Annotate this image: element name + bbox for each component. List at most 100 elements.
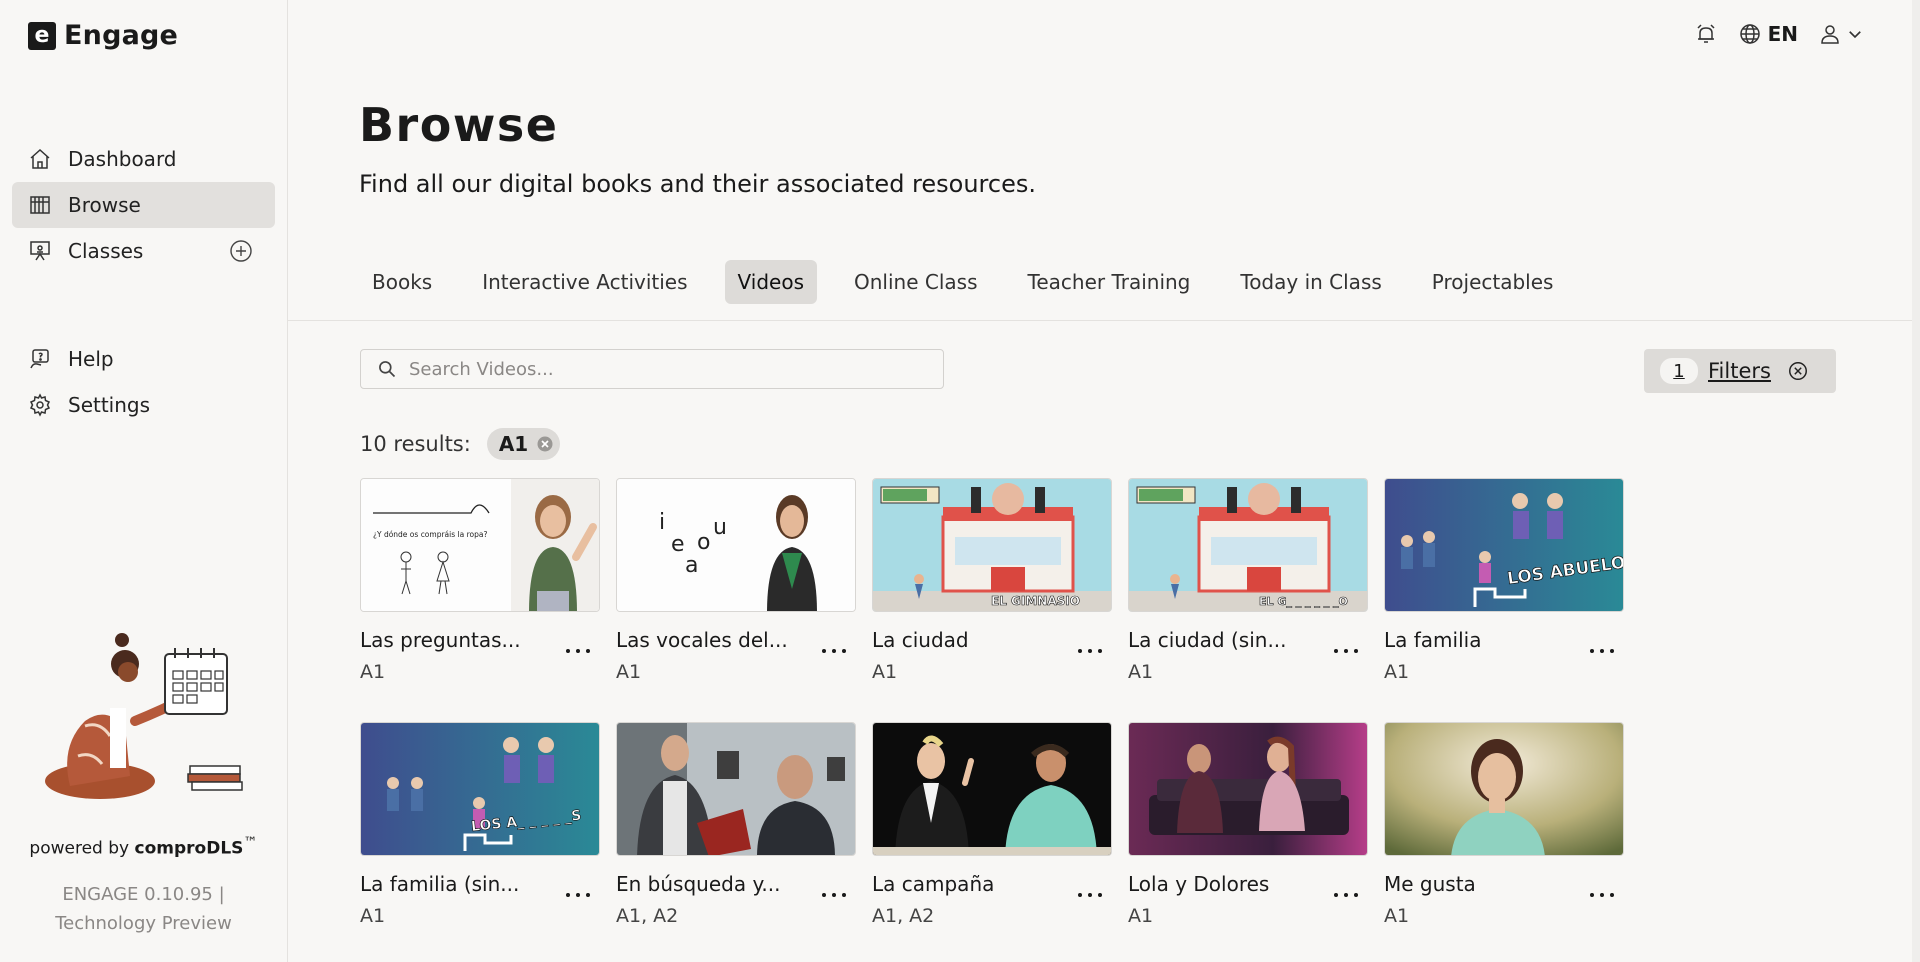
tab-teacher-training[interactable]: Teacher Training (1015, 260, 1204, 304)
video-thumbnail[interactable]: EL GIMNASIO (872, 478, 1112, 612)
video-card[interactable]: LOS ABUELOS La familia A1 (1384, 478, 1624, 694)
video-level: A1 (1128, 905, 1154, 927)
tab-books[interactable]: Books (359, 260, 445, 304)
video-title: La familia (sin... (360, 872, 520, 896)
video-thumbnail[interactable]: i u e o a (616, 478, 856, 612)
video-thumbnail[interactable]: LOS A_ _ _ _ _S (360, 722, 600, 856)
video-level: A1, A2 (872, 905, 935, 927)
library-icon (30, 196, 50, 214)
app-name: Engage (64, 20, 179, 51)
filters-count-badge: 1 (1660, 358, 1698, 384)
gear-icon (29, 393, 51, 417)
more-options-icon[interactable] (822, 888, 846, 902)
language-label: EN (1767, 22, 1798, 46)
video-title: En búsqueda y... (616, 872, 781, 896)
search-icon (379, 361, 396, 378)
main-content: EN Browse Find all our digital books and… (288, 0, 1920, 962)
video-title: La ciudad (sin... (1128, 628, 1287, 652)
video-level: A1 (1384, 905, 1410, 927)
more-options-icon[interactable] (1590, 888, 1614, 902)
gym-cartoon-thumbnail: EL G_ _ _ _ _ _O (1129, 479, 1367, 611)
family-cartoon-thumbnail: LOS ABUELOS (1385, 479, 1623, 611)
resource-tabs: Books Interactive Activities Videos Onli… (359, 260, 1578, 304)
search-box (360, 349, 944, 389)
video-card[interactable]: En búsqueda y... A1, A2 (616, 722, 856, 938)
video-title: Me gusta (1384, 872, 1476, 896)
filters-button[interactable]: 1 Filters (1644, 349, 1836, 393)
tab-online-class[interactable]: Online Class (841, 260, 991, 304)
sofa-scene-thumbnail (1129, 723, 1367, 855)
office-scene-thumbnail (617, 723, 855, 855)
video-title: La campaña (872, 872, 995, 896)
video-thumbnail[interactable]: LOS ABUELOS (1384, 478, 1624, 612)
video-thumbnail[interactable] (1128, 722, 1368, 856)
tabs-divider (288, 320, 1920, 321)
video-card[interactable]: ¿Y dónde os compráis la ropa? Las pregun… (360, 478, 600, 694)
video-title: Las preguntas... (360, 628, 521, 652)
video-card[interactable]: Me gusta A1 (1384, 722, 1624, 938)
remove-chip-icon[interactable] (536, 435, 554, 453)
video-level: A1, A2 (616, 905, 679, 927)
alarm-bell-icon[interactable] (1694, 22, 1718, 46)
powered-prefix: powered by (29, 838, 135, 859)
debate-scene-thumbnail (873, 723, 1111, 855)
page-scrollbar[interactable] (1912, 0, 1920, 962)
home-icon (30, 148, 50, 169)
chevron-down-icon (1849, 31, 1861, 39)
sidebar-item-help[interactable]: Help (12, 336, 275, 382)
more-options-icon[interactable] (1334, 644, 1358, 658)
powered-by: powered by comproDLS™ (0, 835, 287, 859)
primary-nav: Dashboard Browse Classes (12, 136, 275, 274)
tab-videos[interactable]: Videos (724, 260, 818, 304)
video-card[interactable]: LOS A_ _ _ _ _S La familia (sin... A1 (360, 722, 600, 938)
more-options-icon[interactable] (566, 644, 590, 658)
video-card[interactable]: EL GIMNASIO La ciudad A1 (872, 478, 1112, 694)
page-subtitle: Find all our digital books and their ass… (359, 170, 1036, 198)
more-options-icon[interactable] (822, 644, 846, 658)
video-thumbnail[interactable]: EL G_ _ _ _ _ _O (1128, 478, 1368, 612)
video-level: A1 (1384, 661, 1410, 683)
language-selector[interactable]: EN (1738, 22, 1798, 46)
help-icon (30, 349, 49, 369)
search-input[interactable] (409, 358, 909, 380)
thumb-vowel: i (659, 510, 665, 535)
version-line2: Technology Preview (55, 913, 232, 934)
video-card[interactable]: La campaña A1, A2 (872, 722, 1112, 938)
video-grid: ¿Y dónde os compráis la ropa? Las pregun… (360, 478, 1624, 938)
video-title: Las vocales del... (616, 628, 788, 652)
park-portrait-thumbnail (1385, 723, 1623, 855)
video-thumbnail[interactable] (1384, 722, 1624, 856)
sidebar-item-label: Dashboard (68, 147, 177, 171)
video-thumbnail[interactable] (616, 722, 856, 856)
sidebar-item-classes[interactable]: Classes (12, 228, 275, 274)
more-options-icon[interactable] (1078, 888, 1102, 902)
more-options-icon[interactable] (1334, 888, 1358, 902)
video-thumbnail[interactable] (872, 722, 1112, 856)
version-line1: ENGAGE 0.10.95 | (62, 884, 225, 905)
tab-today-in-class[interactable]: Today in Class (1227, 260, 1394, 304)
video-card[interactable]: i u e o a Las vocales del... A1 (616, 478, 856, 694)
more-options-icon[interactable] (566, 888, 590, 902)
tab-interactive-activities[interactable]: Interactive Activities (469, 260, 700, 304)
video-thumbnail[interactable]: ¿Y dónde os compráis la ropa? (360, 478, 600, 612)
globe-icon (1739, 24, 1760, 44)
video-card[interactable]: Lola y Dolores A1 (1128, 722, 1368, 938)
sidebar-item-dashboard[interactable]: Dashboard (12, 136, 275, 182)
topbar: EN (1694, 22, 1864, 46)
sidebar-item-browse[interactable]: Browse (12, 182, 275, 228)
video-level: A1 (616, 661, 642, 683)
clear-filters-icon[interactable] (1787, 360, 1809, 382)
tab-projectables[interactable]: Projectables (1419, 260, 1567, 304)
app-logo[interactable]: e Engage (28, 20, 178, 51)
filters-label: Filters (1708, 359, 1771, 383)
user-icon (1821, 25, 1839, 44)
classroom-icon (30, 241, 50, 261)
more-options-icon[interactable] (1078, 644, 1102, 658)
add-class-icon[interactable] (229, 239, 253, 263)
more-options-icon[interactable] (1590, 644, 1614, 658)
user-menu[interactable] (1818, 22, 1864, 46)
powered-tm: ™ (243, 835, 258, 851)
video-card[interactable]: EL G_ _ _ _ _ _O La ciudad (sin... A1 (1128, 478, 1368, 694)
thumb-caption: EL GIMNASIO (991, 594, 1080, 608)
sidebar-item-settings[interactable]: Settings (12, 382, 275, 428)
